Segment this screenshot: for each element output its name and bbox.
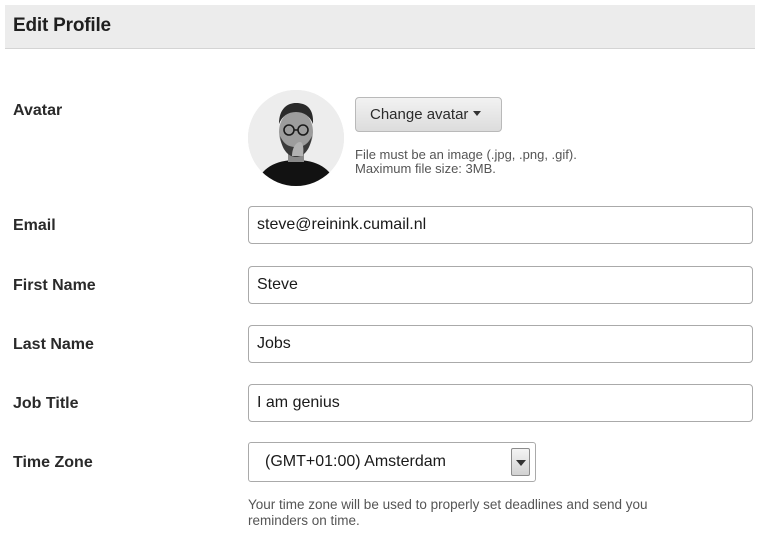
page-header: Edit Profile (5, 5, 755, 49)
avatar (248, 90, 344, 186)
time-zone-help-text: Your time zone will be used to properly … (248, 497, 648, 529)
time-zone-select[interactable]: (GMT+01:00) Amsterdam (248, 442, 536, 482)
edit-profile-page: Edit Profile Avatar Change avatar File m… (0, 0, 759, 538)
avatar-help-text: File must be an image (.jpg, .png, .gif)… (355, 148, 577, 176)
time-zone-selected-value: (GMT+01:00) Amsterdam (265, 453, 446, 470)
job-title-label: Job Title (13, 395, 79, 412)
job-title-field[interactable] (248, 384, 753, 422)
first-name-field[interactable] (248, 266, 753, 304)
time-zone-label: Time Zone (13, 454, 93, 471)
select-arrow-icon[interactable] (511, 448, 530, 476)
avatar-help-line-1: File must be an image (.jpg, .png, .gif)… (355, 147, 577, 162)
caret-down-icon (473, 111, 482, 116)
change-avatar-button[interactable]: Change avatar (355, 97, 502, 132)
time-zone-help-line-1: Your time zone will be used to properly … (248, 497, 648, 512)
last-name-field[interactable] (248, 325, 753, 363)
last-name-label: Last Name (13, 336, 94, 353)
email-field[interactable] (248, 206, 753, 244)
avatar-help-line-2: Maximum file size: 3MB. (355, 161, 496, 176)
time-zone-help-line-2: reminders on time. (248, 513, 360, 528)
first-name-label: First Name (13, 277, 96, 294)
page-title: Edit Profile (13, 15, 111, 36)
avatar-label: Avatar (13, 102, 63, 119)
email-label: Email (13, 217, 56, 234)
change-avatar-label: Change avatar (370, 106, 469, 123)
